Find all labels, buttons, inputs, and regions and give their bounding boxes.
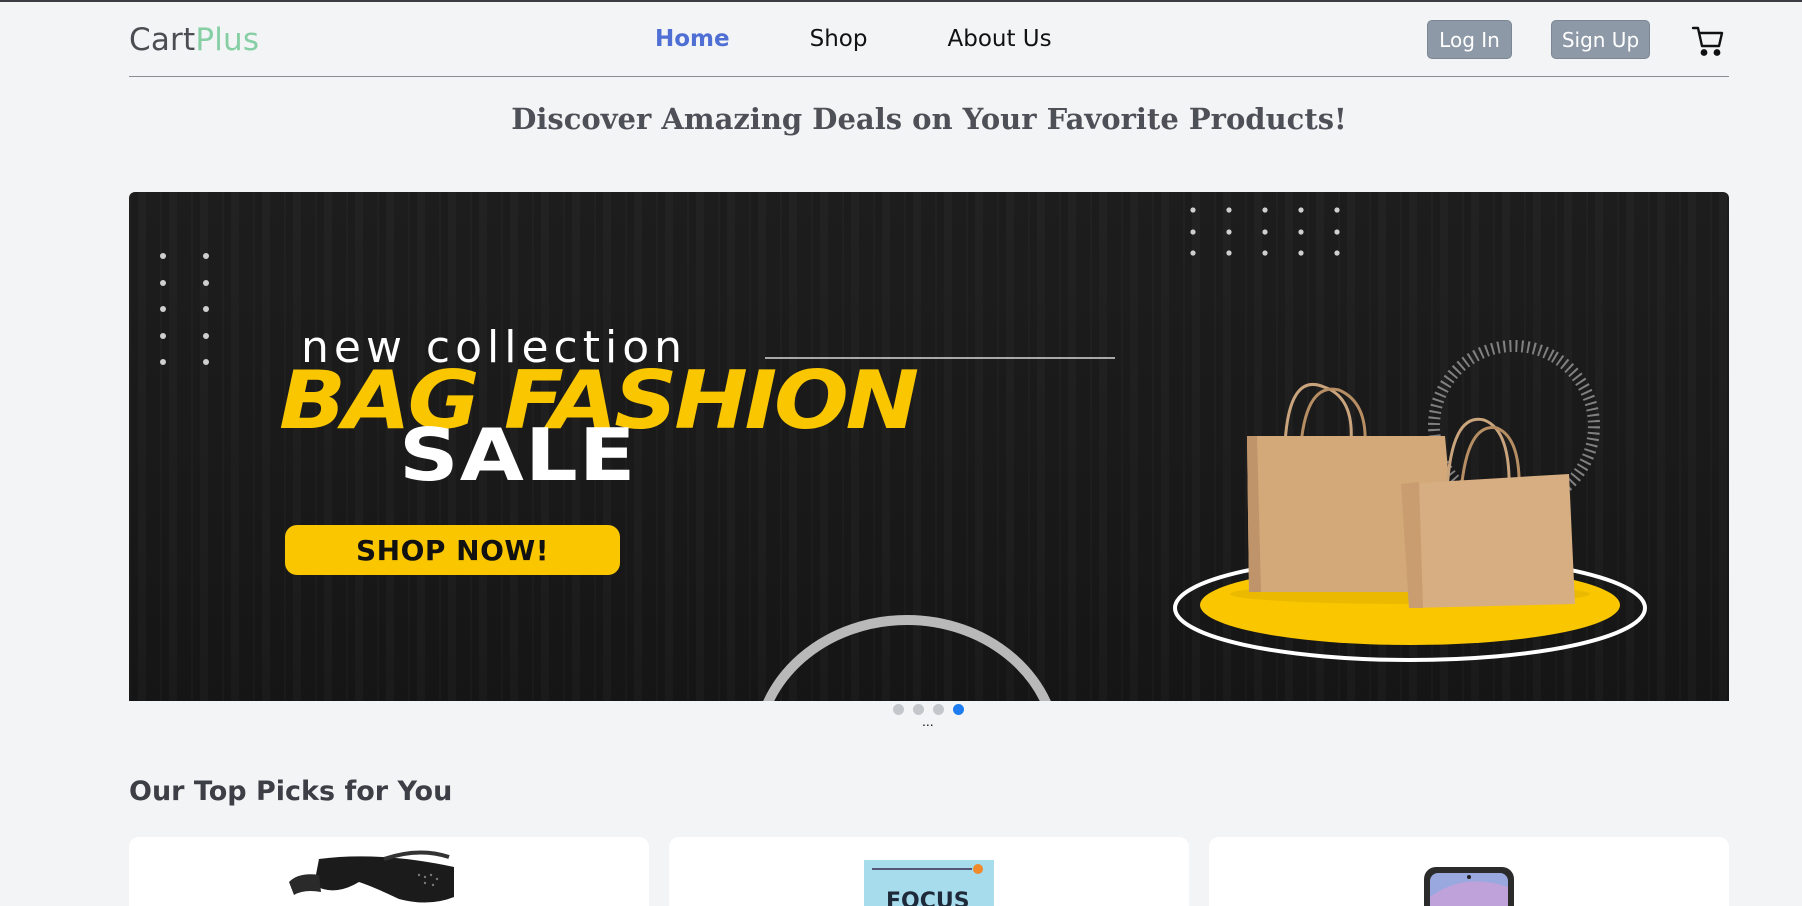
banner-sale-text: SALE <box>399 413 637 497</box>
product-card[interactable]: FOCUS <box>669 837 1189 906</box>
top-picks-title: Our Top Picks for You <box>129 776 453 807</box>
logo[interactable]: CartPlus <box>129 22 259 58</box>
nav-link-shop[interactable]: Shop <box>810 26 868 52</box>
product-card[interactable] <box>1209 837 1729 906</box>
book-cover-title: FOCUS <box>886 889 970 906</box>
nav-links: Home Shop About Us <box>655 26 1132 52</box>
shop-now-button[interactable]: SHOP NOW! <box>285 525 620 575</box>
carousel-dot-4[interactable] <box>953 704 964 715</box>
product-card[interactable] <box>129 837 649 906</box>
cart-icon[interactable] <box>1691 24 1725 58</box>
logo-part-cart: Cart <box>129 22 196 58</box>
nav-link-home[interactable]: Home <box>655 26 730 52</box>
carousel-dot-1[interactable] <box>893 704 904 715</box>
logo-part-plus: Plus <box>195 22 260 58</box>
login-button[interactable]: Log In <box>1427 20 1512 59</box>
smart-glasses-image <box>289 850 454 903</box>
signup-button[interactable]: Sign Up <box>1551 20 1650 59</box>
smartphone-image <box>1424 867 1514 906</box>
hero-banner-carousel[interactable]: new collection BAG FASHION SALE SHOP NOW… <box>129 192 1729 701</box>
carousel-dot-3[interactable] <box>933 704 944 715</box>
nav-link-about[interactable]: About Us <box>947 26 1051 52</box>
carousel-ellipsis: ... <box>922 713 934 729</box>
navbar: CartPlus Home Shop About Us Log In Sign … <box>129 2 1729 77</box>
page-headline: Discover Amazing Deals on Your Favorite … <box>511 102 1347 136</box>
